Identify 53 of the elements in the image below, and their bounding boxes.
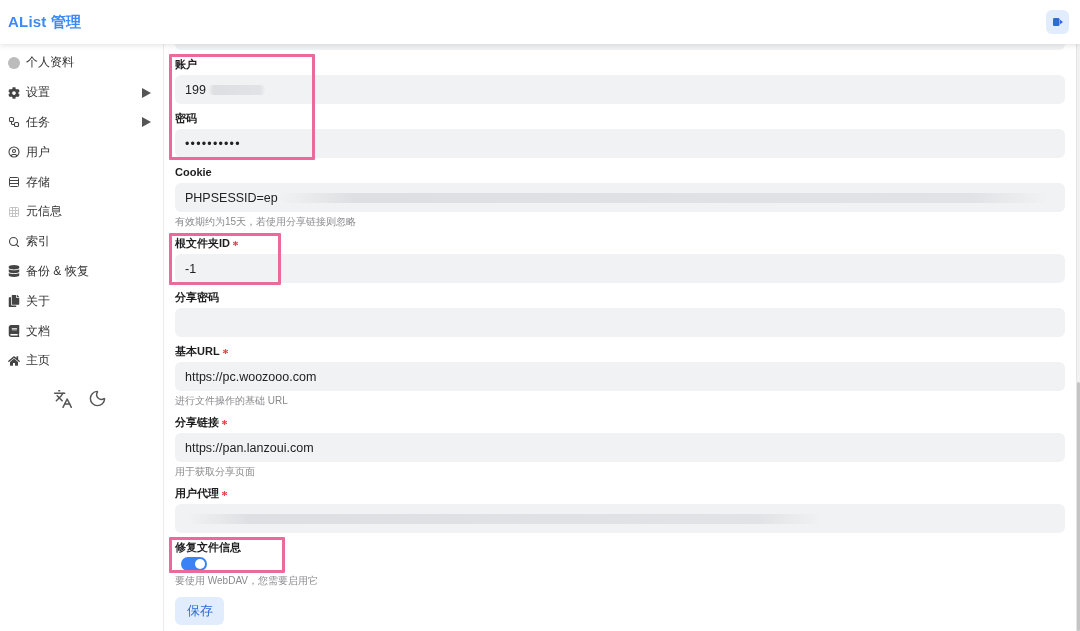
database-icon (8, 265, 20, 278)
home-icon (8, 354, 20, 367)
app-title: AList 管理 (8, 12, 82, 32)
list-box-icon (8, 176, 20, 189)
search-icon (8, 235, 20, 248)
field-label: 密码 (175, 111, 197, 125)
field-label: 分享链接 (175, 415, 219, 429)
moon-icon (87, 388, 107, 408)
grid-icon (8, 205, 20, 218)
field-label: Cookie (175, 165, 212, 179)
input-field[interactable]: •••••••••• (175, 129, 1065, 158)
sidebar-item[interactable]: 备份 & 恢复 (0, 256, 163, 287)
field-label: 账户 (175, 57, 197, 71)
field-hint: 用于获取分享页面 (175, 465, 256, 479)
field-hint: 进行文件操作的基础 URL (175, 394, 289, 408)
translate-icon (52, 388, 73, 409)
field-label: 根文件夹ID (175, 236, 230, 250)
sidebar-item[interactable]: 个人资料 (0, 48, 163, 78)
save-button[interactable]: 保存 (175, 597, 224, 625)
field-hint: 要使用 WebDAV，您需要启用它 (175, 574, 319, 588)
user-circle-icon (8, 146, 20, 159)
sidebar-item[interactable]: 索引 (0, 226, 163, 257)
scrollbar-thumb[interactable] (1077, 382, 1080, 631)
field-hint: 有效期约为15天，若使用分享链接则忽略 (175, 215, 358, 229)
sidebar-item[interactable]: 元信息 (0, 197, 163, 227)
dark-mode-button[interactable] (87, 388, 107, 409)
toggle-switch[interactable] (181, 557, 207, 571)
logout-button[interactable] (1046, 10, 1069, 34)
input-field[interactable] (175, 504, 1065, 533)
sidebar-item[interactable]: 关于 (0, 286, 163, 317)
field-label: 用户代理 (175, 486, 219, 500)
workflow-icon (8, 116, 20, 129)
input-field[interactable]: -1 (175, 254, 1065, 283)
field-label: 修复文件信息 (175, 540, 241, 554)
field-label: 基本URL (175, 344, 220, 358)
book-icon (8, 325, 20, 338)
circle-icon (8, 56, 20, 69)
logout-icon (1052, 18, 1063, 26)
field-label: 分享密码 (175, 290, 219, 304)
sidebar-item[interactable]: 设置 (0, 77, 163, 108)
input-field[interactable] (175, 44, 1065, 50)
sidebar-item[interactable]: 文档 (0, 316, 163, 346)
input-field[interactable]: https://pan.lanzoui.com (175, 433, 1065, 462)
language-button[interactable] (52, 388, 73, 409)
copy-icon (8, 295, 20, 308)
sidebar-item[interactable]: 用户 (0, 137, 163, 168)
sidebar-item[interactable]: 主页 (0, 345, 163, 376)
sidebar-item[interactable]: 任务 (0, 107, 163, 138)
input-field[interactable]: PHPSESSID=ep (175, 183, 1065, 212)
input-field[interactable]: 199 (175, 75, 1065, 104)
sidebar-item[interactable]: 存储 (0, 167, 163, 197)
input-field[interactable]: https://pc.woozooo.com (175, 362, 1065, 391)
gear-icon (8, 86, 20, 99)
